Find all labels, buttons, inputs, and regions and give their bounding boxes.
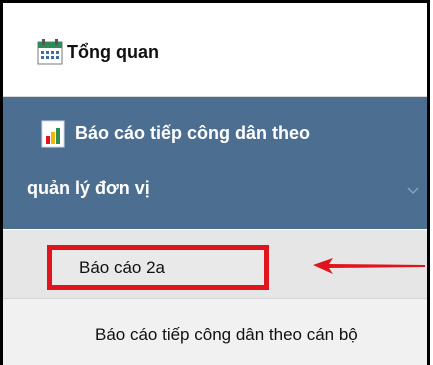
red-arrow-icon: [313, 258, 425, 274]
submenu-item-report-by-staff-label: Báo cáo tiếp công dân theo cán bộ: [95, 325, 358, 344]
report-group-label-line1: Báo cáo tiếp công dân theo: [75, 123, 311, 143]
menu-item-overview-label: Tổng quan: [67, 42, 159, 62]
report-icon: [41, 120, 65, 148]
chevron-down-icon[interactable]: [407, 184, 419, 196]
submenu-item-report-2a-label: Báo cáo 2a: [79, 258, 166, 277]
sidebar-menu: Tổng quan Báo cáo tiếp công dân theo quả…: [0, 0, 430, 365]
report-group-label-line2: quản lý đơn vị: [27, 178, 150, 198]
menu-item-report-group[interactable]: [3, 97, 427, 229]
calendar-icon: [37, 39, 63, 65]
